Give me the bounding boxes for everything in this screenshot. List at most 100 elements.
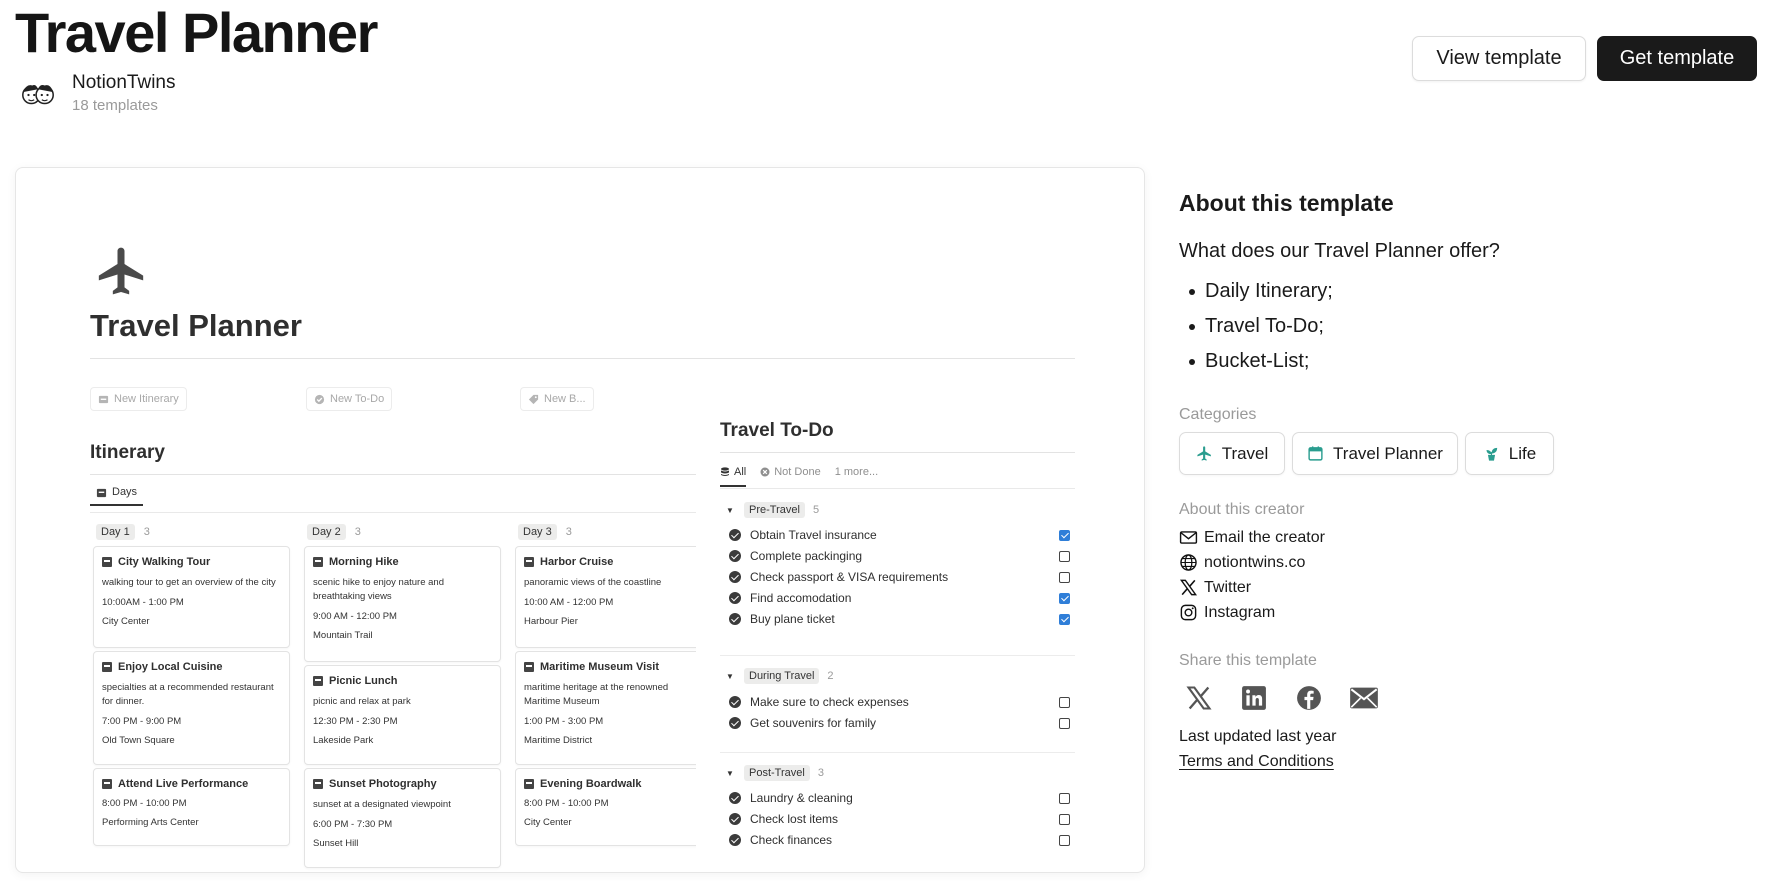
feature-list: Daily Itinerary; Travel To-Do; Bucket-Li… [1189, 280, 1333, 385]
card-location: City Center [524, 817, 572, 828]
plane-icon [1197, 446, 1211, 461]
card-time: 7:00 PM - 9:00 PM [102, 716, 182, 727]
todo-checkbox[interactable] [1059, 529, 1070, 541]
todo-row[interactable]: Check lost items [729, 809, 1072, 829]
todo-row[interactable]: Complete packinging [729, 546, 1072, 566]
todo-label: Buy plane ticket [750, 612, 835, 626]
category-label: Travel [1221, 443, 1269, 463]
group-header[interactable]: ▼ During Travel 2 [726, 668, 834, 684]
itinerary-card[interactable]: City Walking Tour walking tour to get an… [93, 546, 290, 648]
itinerary-card[interactable]: Attend Live Performance 8:00 PM - 10:00 … [93, 768, 290, 846]
avatar[interactable] [19, 76, 57, 114]
divider [720, 488, 1075, 489]
globe-icon [1180, 554, 1197, 571]
itinerary-card[interactable]: Picnic Lunch picnic and relax at park 12… [304, 665, 501, 765]
share-email-button[interactable] [1348, 682, 1380, 714]
check-circle-icon [729, 550, 741, 562]
itinerary-card[interactable]: Harbor Cruise panoramic views of the coa… [515, 546, 696, 648]
todo-row[interactable]: Find accomodation [729, 588, 1072, 608]
itinerary-card[interactable]: Enjoy Local Cuisine specialties at a rec… [93, 651, 290, 765]
card-description: panoramic views of the coastline [524, 577, 662, 588]
new-bucket-label: New B... [544, 393, 586, 405]
email-creator-link[interactable]: Email the creator [1179, 528, 1325, 547]
twitter-link[interactable]: Twitter [1179, 578, 1251, 597]
itinerary-card[interactable]: Morning Hike scenic hike to enjoy nature… [304, 546, 501, 662]
todo-checkbox[interactable] [1059, 696, 1070, 708]
creator-info[interactable]: NotionTwins 18 templates [19, 72, 176, 117]
todo-row[interactable]: Laundry & cleaning [729, 788, 1072, 808]
todo-row[interactable]: Check passport & VISA requirements [729, 567, 1072, 587]
map-icon [524, 662, 534, 672]
todo-row[interactable]: Get souvenirs for family [729, 713, 1072, 733]
category-label: Life [1508, 443, 1537, 463]
itinerary-card[interactable]: Evening Boardwalk 8:00 PM - 10:00 PM Cit… [515, 768, 696, 846]
tab-all[interactable]: All [720, 466, 747, 487]
instagram-link[interactable]: Instagram [1179, 603, 1275, 622]
todo-checkbox[interactable] [1059, 571, 1070, 583]
category-chip-life[interactable]: Life [1465, 432, 1554, 475]
tab-more[interactable]: 1 more... [835, 466, 878, 487]
get-template-button[interactable]: Get template [1597, 36, 1757, 81]
todo-checkbox[interactable] [1059, 550, 1070, 562]
todo-row[interactable]: Obtain Travel insurance [729, 525, 1072, 545]
todo-checkbox[interactable] [1059, 717, 1070, 729]
card-time: 12:30 PM - 2:30 PM [313, 716, 398, 727]
view-template-button[interactable]: View template [1412, 36, 1586, 81]
todo-checkbox[interactable] [1059, 592, 1070, 604]
group-label: During Travel [744, 668, 820, 684]
page-title: Travel Planner [15, 1, 378, 64]
toggle-arrow-icon[interactable]: ▼ [726, 506, 736, 515]
todo-checkbox[interactable] [1059, 834, 1070, 846]
todo-row[interactable]: Buy plane ticket [729, 609, 1072, 629]
card-location: Mountain Trail [313, 630, 373, 641]
group-label: Pre-Travel [744, 502, 805, 518]
todo-row[interactable]: Check finances [729, 830, 1072, 850]
new-todo-button[interactable]: New To-Do [306, 387, 393, 411]
todo-checkbox[interactable] [1059, 613, 1070, 625]
new-bucket-button[interactable]: New B... [520, 387, 594, 411]
card-title: City Walking Tour [118, 556, 211, 568]
divider [90, 474, 696, 475]
facebook-icon [1297, 686, 1321, 710]
group-header[interactable]: ▼ Post-Travel 3 [726, 765, 824, 781]
terms-link[interactable]: Terms and Conditions [1179, 753, 1334, 771]
board-column-header: Day 3 3 [518, 524, 572, 540]
toggle-arrow-icon[interactable]: ▼ [726, 672, 736, 681]
category-chip-travel[interactable]: Travel [1179, 432, 1285, 475]
toggle-arrow-icon[interactable]: ▼ [726, 769, 736, 778]
tab-days[interactable]: Days [90, 486, 144, 506]
column-label: Day 3 [518, 524, 557, 540]
map-icon [102, 779, 112, 789]
itinerary-card[interactable]: Maritime Museum Visit maritime heritage … [515, 651, 696, 765]
check-circle-icon [729, 792, 741, 804]
group-header[interactable]: ▼ Pre-Travel 5 [726, 502, 819, 518]
todo-title: Travel To-Do [720, 420, 834, 441]
todo-checkbox[interactable] [1059, 813, 1070, 825]
todo-checkbox[interactable] [1059, 792, 1070, 804]
card-location: Performing Arts Center [102, 817, 199, 828]
card-location: Sunset Hill [313, 838, 359, 849]
itinerary-card[interactable]: Sunset Photography sunset at a designate… [304, 768, 501, 868]
creator-section-label: About this creator [1179, 501, 1305, 518]
category-chip-travel-planner[interactable]: Travel Planner [1292, 432, 1458, 475]
board-column-clip: Harbor Cruise panoramic views of the coa… [515, 546, 696, 872]
card-description: picnic and relax at park [313, 696, 411, 707]
check-circle-icon [729, 834, 741, 846]
website-link[interactable]: notiontwins.co [1179, 553, 1305, 572]
map-icon [313, 779, 323, 789]
divider [90, 358, 1075, 359]
new-itinerary-button[interactable]: New Itinerary [90, 387, 187, 411]
map-icon [102, 557, 112, 567]
share-facebook-button[interactable] [1293, 682, 1325, 714]
group-label: Post-Travel [744, 765, 810, 781]
creator-name[interactable]: NotionTwins [72, 72, 176, 94]
todo-row[interactable]: Make sure to check expenses [729, 692, 1072, 712]
share-x-button[interactable] [1183, 682, 1215, 714]
list-item: Daily Itinerary; [1189, 280, 1333, 315]
template-preview: Travel Planner New Itinerary New To-Do N… [15, 167, 1145, 873]
tab-not-done[interactable]: Not Done [760, 466, 821, 487]
check-circle-icon [729, 571, 741, 583]
check-circle-icon [729, 592, 741, 604]
card-description: scenic hike to enjoy nature and breathta… [313, 577, 444, 602]
share-linkedin-button[interactable] [1238, 682, 1270, 714]
